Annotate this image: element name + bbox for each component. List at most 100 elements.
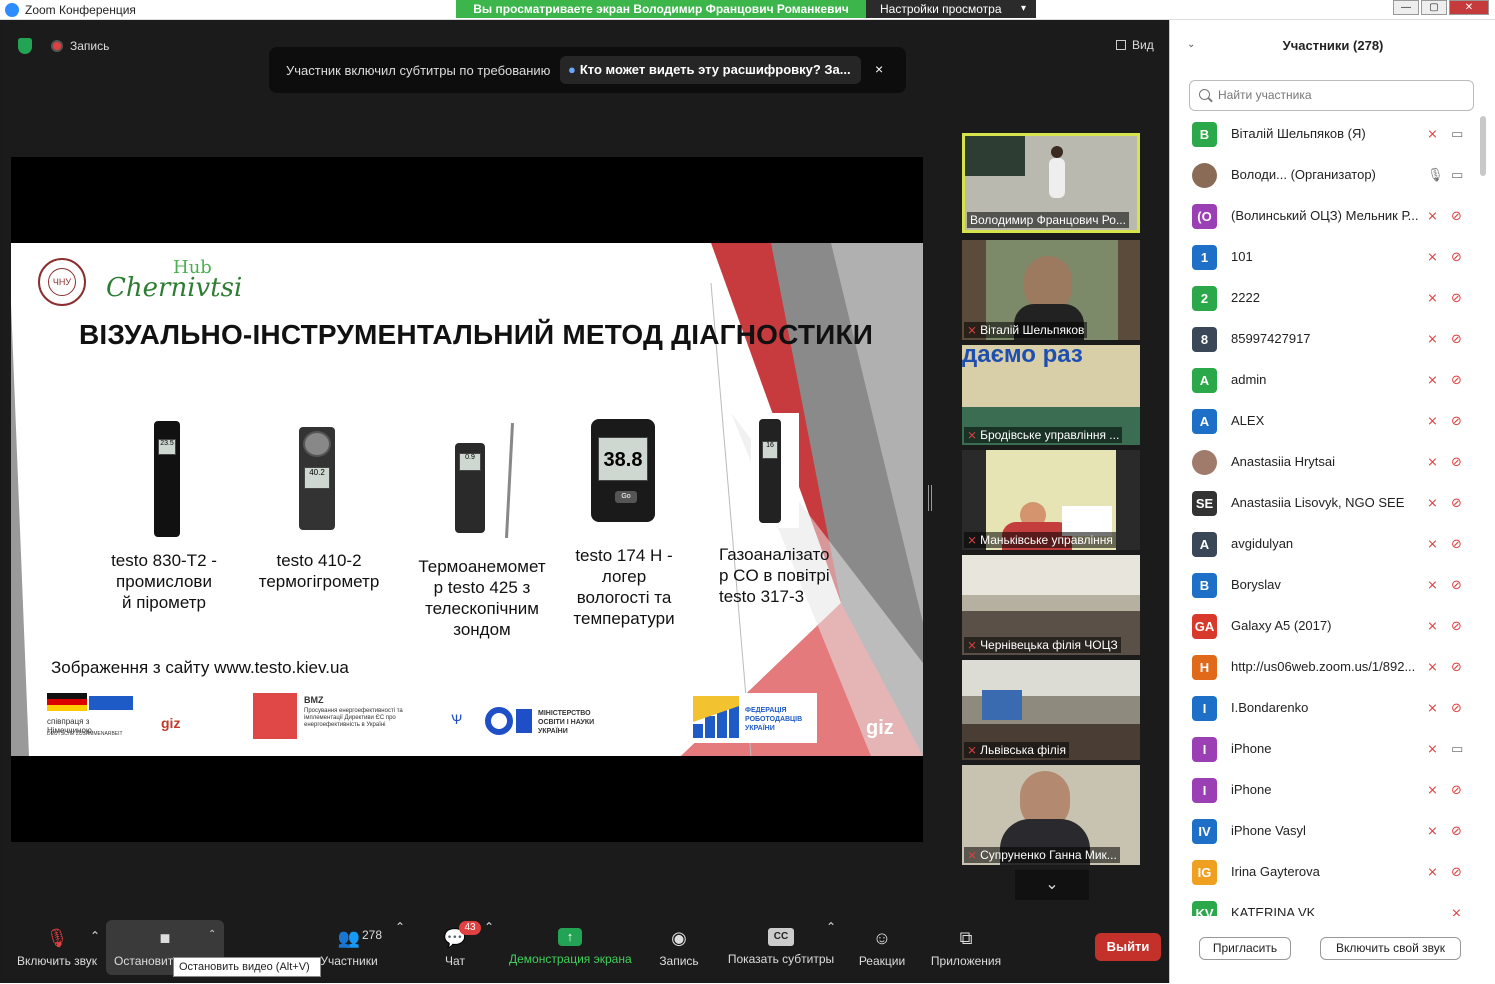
participant-row[interactable]: Володи... (Организатор) 🎙 ▭: [1170, 155, 1495, 196]
video-camera-icon: ▭: [1451, 126, 1464, 141]
invite-button[interactable]: Пригласить: [1199, 937, 1291, 960]
captions-options-caret[interactable]: ⌃: [826, 920, 836, 975]
record-icon: [51, 40, 63, 52]
participants-options-caret[interactable]: ⌃: [395, 920, 405, 975]
video-tile-participant[interactable]: ⨯ Львівська філія: [962, 660, 1140, 760]
participant-row[interactable]: 1 101 ⨯ ⊘: [1170, 237, 1495, 278]
more-videos-button[interactable]: ⌄: [1015, 870, 1089, 900]
participant-name: 85997427917: [1231, 331, 1311, 346]
participant-search-input[interactable]: Найти участника: [1189, 80, 1474, 111]
apps-button[interactable]: ⧉ Приложения: [928, 920, 1004, 975]
participant-row[interactable]: IV iPhone Vasyl ⨯ ⊘: [1170, 811, 1495, 852]
participant-row[interactable]: Anastasiia Hrytsai ⨯ ⊘: [1170, 442, 1495, 483]
avatar: IG: [1192, 860, 1217, 885]
maximize-button[interactable]: ▢: [1421, 0, 1447, 15]
chat-unread-badge: 43: [459, 921, 481, 935]
participant-name: Irina Gayterova: [1231, 864, 1320, 879]
video-tile-presenter[interactable]: Володимир Францович Ро...: [962, 133, 1140, 233]
recording-indicator[interactable]: Запись: [70, 39, 109, 53]
video-tile-participant[interactable]: ⨯ Маньківське управління: [962, 450, 1140, 550]
participant-name: avgidulyan: [1231, 536, 1294, 551]
avatar: I: [1192, 696, 1217, 721]
view-options-dropdown[interactable]: Настройки просмотра ▾: [866, 0, 1036, 18]
university-logo: ЧНУ: [38, 258, 86, 306]
avatar: B: [1192, 573, 1217, 598]
video-tile-participant[interactable]: ⨯ Чернівецька філія ЧОЦЗ: [962, 555, 1140, 655]
participant-row[interactable]: IiPhone ⨯ ▭: [1170, 729, 1495, 770]
avatar: В: [1192, 122, 1217, 147]
leave-button[interactable]: Выйти: [1095, 933, 1161, 961]
avatar: H: [1192, 655, 1217, 680]
participant-row[interactable]: A ALEX ⨯ ⊘: [1170, 401, 1495, 442]
apps-icon: ⧉: [959, 928, 973, 948]
video-tile-participant[interactable]: ⨯ Супруненко Ганна Мик...: [962, 765, 1140, 865]
avatar: IV: [1192, 819, 1217, 844]
record-icon: ◉: [671, 928, 687, 948]
avatar: [1192, 450, 1217, 475]
participant-list-scrollbar[interactable]: [1480, 116, 1486, 176]
participant-row[interactable]: Aavgidulyan ⨯ ⊘: [1170, 524, 1495, 565]
participant-row[interactable]: 8 85997427917 ⨯ ⊘: [1170, 319, 1495, 360]
window-title: Zoom Конференция: [25, 3, 136, 17]
participant-row[interactable]: GA Galaxy A5 (2017) ⨯ ⊘: [1170, 606, 1495, 647]
muted-mic-icon: ⨯: [1427, 700, 1438, 715]
security-shield-icon[interactable]: [18, 38, 32, 54]
shared-screen[interactable]: ЧНУ Hub Chernivtsi ВІЗУАЛЬНО-ІНСТРУМЕНТА…: [11, 157, 923, 842]
muted-mic-icon: ⨯: [1427, 864, 1438, 879]
participant-row[interactable]: IiPhone ⨯ ⊘: [1170, 770, 1495, 811]
transcript-visibility-link[interactable]: ● Кто может видеть эту расшифровку? За...: [560, 56, 861, 84]
video-tile-participant[interactable]: даємо раз ⨯ Бродівське управління ...: [962, 345, 1140, 445]
video-tile-participant[interactable]: ⨯ Віталій Шельпяков: [962, 240, 1140, 340]
avatar: 1: [1192, 245, 1217, 270]
participant-name: admin: [1231, 372, 1267, 387]
device-label-5: Газоаналізато р CO в повітрі testo 317-3: [719, 545, 830, 606]
participant-row[interactable]: I I.Bondarenko ⨯ ⊘: [1170, 688, 1495, 729]
show-captions-button[interactable]: CC Показать субтитры: [726, 920, 836, 975]
close-window-button[interactable]: ✕: [1449, 0, 1489, 15]
grid-icon: [1116, 40, 1126, 50]
participant-list: В Віталій Шельпяков (Я) ⨯ ▭ Володи... (Орган…: [1170, 114, 1495, 916]
avatar: SE: [1192, 491, 1217, 516]
reactions-button[interactable]: ☺ Реакции: [856, 920, 908, 975]
unmute-button[interactable]: 🎙 Включить звук: [12, 920, 102, 975]
participant-name: Anastasiia Lisovyk, NGO SEE: [1231, 495, 1405, 510]
video-off-icon: ⊘: [1451, 290, 1462, 305]
close-toast-button[interactable]: ×: [875, 61, 883, 77]
chat-options-caret[interactable]: ⌃: [484, 920, 494, 975]
participant-row[interactable]: Hhttp://us06web.zoom.us/1/892... ⨯ ⊘: [1170, 647, 1495, 688]
participant-name: (Волинський ОЦЗ) Мельник Р...: [1231, 208, 1419, 223]
muted-mic-icon: ⨯: [967, 428, 978, 442]
unmute-myself-button[interactable]: Включить свой звук: [1320, 937, 1461, 960]
muted-mic-icon: ⨯: [1427, 782, 1438, 797]
participant-row[interactable]: Aadmin ⨯ ⊘: [1170, 360, 1495, 401]
giz-logo: giz: [866, 717, 894, 739]
participant-row[interactable]: SE Anastasiia Lisovyk, NGO SEE ⨯ ⊘: [1170, 483, 1495, 524]
video-options-caret[interactable]: ⌃: [208, 929, 216, 940]
video-camera-icon: ▭: [1451, 167, 1464, 182]
search-icon: [1199, 89, 1210, 100]
muted-mic-icon: ⨯: [967, 323, 978, 337]
participants-panel: ⌄ Участники (278) Найти участника В Вітал…: [1169, 20, 1495, 983]
record-button[interactable]: ◉ Запись: [654, 920, 704, 975]
muted-mic-icon: ⨯: [1427, 659, 1438, 674]
participant-row[interactable]: В Віталій Шельпяков (Я) ⨯ ▭: [1170, 114, 1495, 155]
image-credit: Зображення з сайту www.testo.kiev.ua: [51, 658, 349, 677]
participant-row[interactable]: IG Irina Gayterova ⨯ ⊘: [1170, 852, 1495, 893]
video-off-icon: ⊘: [1451, 577, 1462, 592]
view-button[interactable]: Вид: [1116, 38, 1154, 52]
video-off-icon: ⊘: [1451, 495, 1462, 510]
participant-row[interactable]: KV KATERINA VK ⨯: [1170, 893, 1495, 916]
giz-logo-small: giz: [161, 715, 181, 731]
participant-row[interactable]: (О (Волинський ОЦЗ) Мельник Р... ⨯ ⊘: [1170, 196, 1495, 237]
avatar: GA: [1192, 614, 1217, 639]
minimize-button[interactable]: —: [1393, 0, 1419, 15]
bmz-logo: [253, 693, 297, 739]
muted-mic-icon: ⨯: [967, 743, 978, 757]
split-handle[interactable]: [928, 485, 932, 511]
toast-message: Участник включил субтитры по требованию: [286, 63, 551, 78]
muted-mic-icon: ⨯: [1427, 454, 1438, 469]
participant-row[interactable]: B Boryslav ⨯ ⊘: [1170, 565, 1495, 606]
share-screen-button[interactable]: ↑ Демонстрация экрана: [509, 920, 632, 975]
audio-options-caret[interactable]: ⌃: [90, 929, 100, 984]
participant-row[interactable]: 2 2222 ⨯ ⊘: [1170, 278, 1495, 319]
